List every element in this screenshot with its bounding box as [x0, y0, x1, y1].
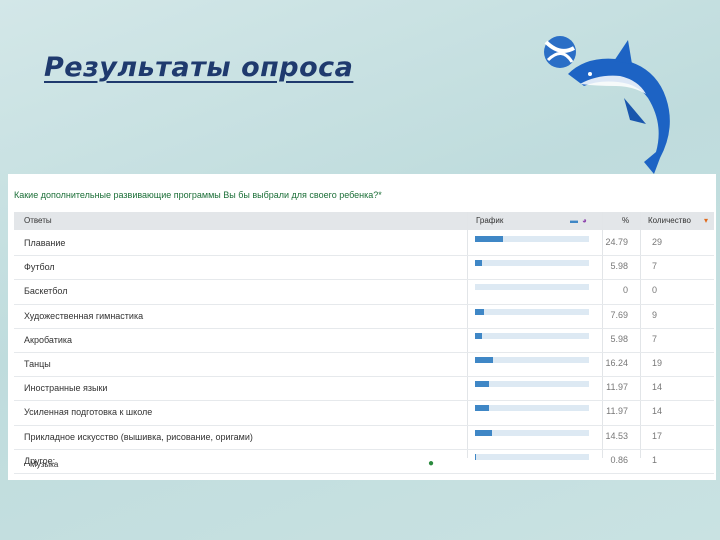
result-bar-track — [475, 453, 589, 460]
table-row: Баскетбол 0 0 — [14, 280, 714, 305]
result-bar-track — [475, 260, 589, 267]
table-row: Иностранные языки 11.97 14 — [14, 377, 714, 402]
column-percent: % — [622, 216, 630, 225]
answer-count: 7 — [652, 333, 658, 344]
result-bar-track — [475, 429, 589, 436]
answer-label: Художественная гимнастика — [24, 310, 144, 321]
answer-percent: 16.24 — [605, 357, 628, 368]
column-chart: График — [476, 216, 504, 225]
results-table-body: Плавание 24.79 29 Футбол 5.98 7 Баскетбол 0 0 Худ… — [14, 232, 714, 474]
column-answers: Ответы — [24, 216, 52, 225]
answer-percent: 5.98 — [610, 333, 628, 344]
table-row: Другое: 0.86 1 — [14, 450, 714, 474]
answer-count: 29 — [652, 237, 663, 247]
result-bar — [475, 236, 504, 242]
results-table-header: Ответы График ▬ ◕ % Количество ▾ — [14, 212, 714, 230]
result-bar — [475, 332, 482, 339]
answer-label: Баскетбол — [24, 286, 68, 297]
answer-label: Плавание — [24, 238, 66, 248]
answer-percent: 0.86 — [610, 454, 628, 465]
answer-label: Танцы — [24, 358, 51, 369]
result-bar — [475, 405, 489, 412]
result-bar — [475, 260, 482, 267]
survey-results-panel: Какие дополнительные развивающие програм… — [8, 174, 716, 480]
result-bar-track — [475, 405, 589, 412]
answer-count: 14 — [652, 382, 663, 393]
answer-percent: 7.69 — [610, 309, 628, 320]
table-row: Футбол 5.98 7 — [14, 256, 714, 281]
result-bar-track — [475, 381, 589, 388]
result-bar — [475, 356, 494, 363]
result-bar-track — [475, 284, 589, 291]
answer-percent: 5.98 — [610, 261, 628, 272]
table-row: Усиленная подготовка к школе 11.97 14 — [14, 401, 714, 426]
column-count[interactable]: Количество — [648, 216, 691, 225]
answer-percent: 11.97 — [606, 382, 628, 393]
table-row: Прикладное искусство (вышивка, рисование… — [14, 426, 714, 450]
answer-count: 17 — [652, 430, 663, 441]
answer-label: Акробатика — [24, 334, 72, 345]
answer-count: 14 — [652, 406, 663, 417]
result-bar — [475, 429, 492, 436]
answer-label: Футбол — [24, 262, 55, 273]
result-bar-track — [475, 332, 589, 339]
answer-percent: 11.97 — [606, 406, 628, 417]
table-row: Плавание 24.79 29 — [14, 232, 714, 257]
pie-chart-icon[interactable]: ◕ — [582, 216, 587, 225]
result-bar — [475, 308, 484, 315]
answer-label: Иностранные языки — [24, 383, 108, 394]
result-bar — [475, 381, 489, 388]
answer-percent: 14.53 — [605, 430, 628, 441]
other-answer-text: Музыка — [30, 460, 59, 469]
slide-title: Результаты опроса — [44, 52, 354, 83]
answer-percent: 24.79 — [605, 237, 628, 247]
result-bar-track — [475, 236, 589, 242]
answer-label: Усиленная подготовка к школе — [24, 407, 153, 418]
answer-count: 7 — [652, 261, 658, 272]
answer-percent: 0 — [622, 285, 628, 296]
answer-count: 0 — [652, 285, 658, 296]
sort-down-icon[interactable]: ▾ — [704, 216, 708, 225]
survey-question: Какие дополнительные развивающие програм… — [14, 190, 382, 200]
respondent-icon[interactable]: ● — [428, 458, 434, 469]
table-row: Художественная гимнастика 7.69 9 — [14, 305, 714, 329]
answer-count: 9 — [652, 309, 658, 320]
answer-count: 1 — [652, 454, 658, 465]
table-row: Танцы 16.24 19 — [14, 353, 714, 378]
result-bar-track — [475, 356, 589, 363]
table-row: Акробатика 5.98 7 — [14, 329, 714, 353]
answer-label: Прикладное искусство (вышивка, рисование… — [24, 431, 253, 442]
result-bar-track — [475, 308, 589, 315]
dolphin-illustration — [544, 36, 670, 174]
result-bar — [475, 453, 477, 460]
answer-count: 19 — [652, 357, 663, 368]
bar-chart-icon[interactable]: ▬ — [570, 216, 578, 225]
